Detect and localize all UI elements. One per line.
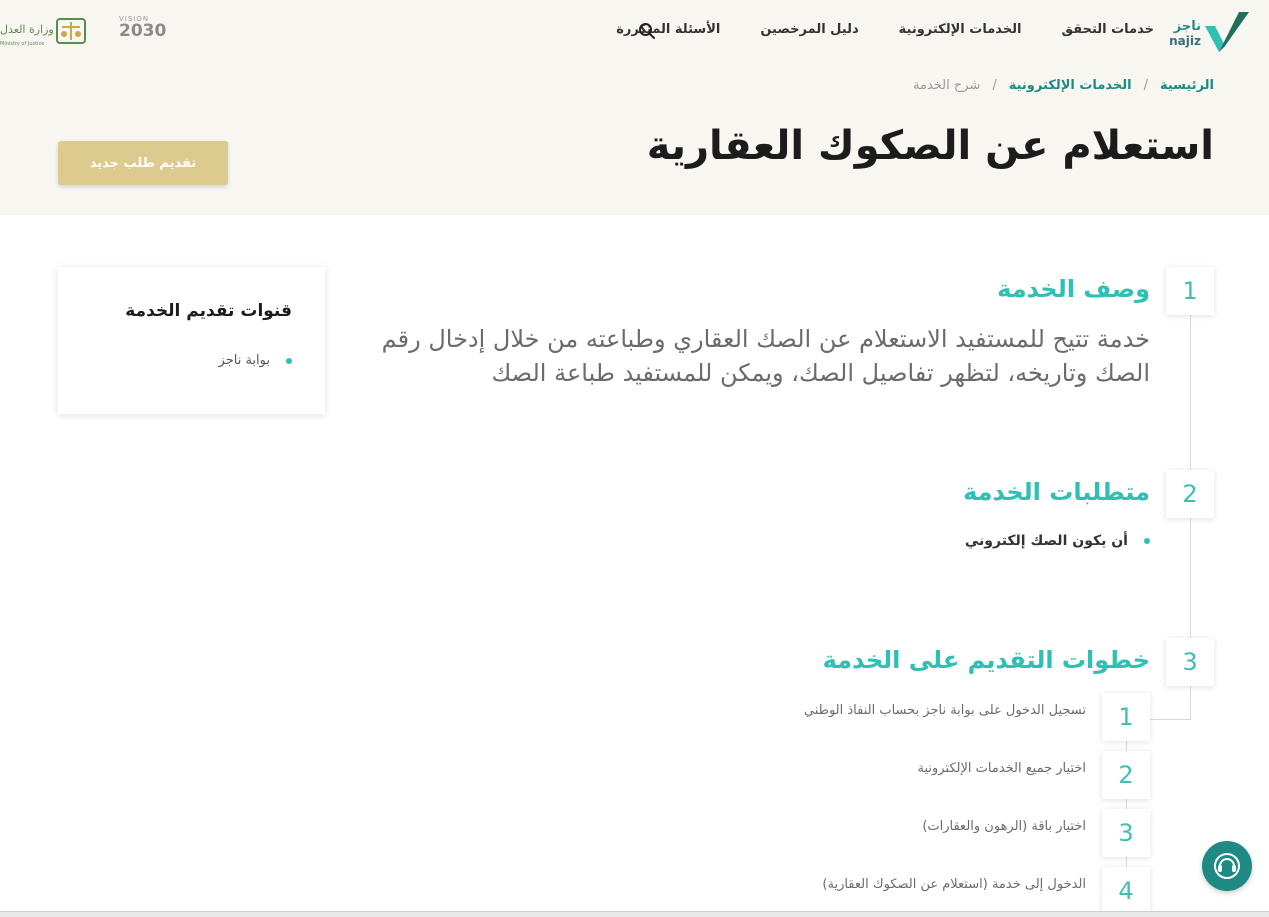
breadcrumb-separator: / xyxy=(992,78,997,93)
ministry-of-justice-logo: وزارة العدل Ministry of Justice xyxy=(0,15,90,49)
timeline-connector xyxy=(1150,719,1191,720)
top-header: ناجز najiz خدمات التحقق الخدمات الإلكترو… xyxy=(0,0,1269,68)
service-requirements-title: متطلبات الخدمة xyxy=(963,478,1150,506)
vision-year: 2030 xyxy=(119,21,167,41)
page-title: استعلام عن الصكوك العقارية xyxy=(646,123,1214,169)
section-number-badge: 2 xyxy=(1166,470,1214,518)
vision-2030-logo: VISION 2030 xyxy=(119,15,169,47)
main-nav: خدمات التحقق الخدمات الإلكترونية دليل ال… xyxy=(596,22,1174,37)
requirement-item: أن يكون الصك إلكتروني xyxy=(965,533,1150,549)
search-icon[interactable] xyxy=(638,22,656,40)
section-number-badge: 1 xyxy=(1166,267,1214,315)
os-taskbar xyxy=(0,911,1269,917)
breadcrumb-separator: / xyxy=(1143,78,1148,93)
breadcrumb-home[interactable]: الرئيسية xyxy=(1160,78,1214,93)
bullet-icon xyxy=(286,357,292,364)
nav-verification-services[interactable]: خدمات التحقق xyxy=(1042,22,1175,37)
service-description-text: خدمة تتيح للمستفيد الاستعلام عن الصك الع… xyxy=(381,325,1150,387)
headset-support-icon[interactable] xyxy=(1202,841,1252,891)
service-channels-title: قنوات تقديم الخدمة xyxy=(125,301,292,321)
brand-name: ناجز xyxy=(1173,19,1201,34)
step-number-badge: 2 xyxy=(1102,751,1150,799)
moj-english-name: Ministry of Justice xyxy=(0,41,45,47)
najiz-check-icon xyxy=(1205,12,1249,52)
breadcrumb-current: شرح الخدمة xyxy=(913,78,981,93)
service-description-title: وصف الخدمة xyxy=(997,275,1150,303)
page-hero: الرئيسية / الخدمات الإلكترونية / شرح الخ… xyxy=(0,68,1269,215)
nav-licensees-guide[interactable]: دليل المرخصين xyxy=(740,22,878,37)
application-steps-title: خطوات التقديم على الخدمة xyxy=(822,646,1150,674)
requirement-text: أن يكون الصك إلكتروني xyxy=(964,533,1128,549)
moj-arabic-name: وزارة العدل xyxy=(0,23,54,36)
moj-emblem-icon xyxy=(56,18,86,44)
new-request-button[interactable]: تقديم طلب جديد xyxy=(58,141,228,185)
step-text: اختيار باقة (الرهون والعقارات) xyxy=(922,819,1086,834)
step-number-badge: 1 xyxy=(1102,693,1150,741)
nav-faq[interactable]: الأسئلة المتكررة xyxy=(596,22,740,37)
breadcrumb: الرئيسية / الخدمات الإلكترونية / شرح الخ… xyxy=(913,78,1214,93)
step-text: اختيار جميع الخدمات الإلكترونية xyxy=(917,761,1086,776)
nav-eservices[interactable]: الخدمات الإلكترونية xyxy=(879,22,1042,37)
service-channels-card: قنوات تقديم الخدمة بوابة ناجز xyxy=(58,267,325,414)
bullet-icon xyxy=(1144,538,1150,544)
step-number-badge: 4 xyxy=(1102,867,1150,915)
channel-label: بوابة ناجز xyxy=(218,353,270,368)
channel-item-najiz-portal[interactable]: بوابة ناجز xyxy=(219,353,292,368)
step-number-badge: 3 xyxy=(1102,809,1150,857)
step-text: الدخول إلى خدمة (استعلام عن الصكوك العقا… xyxy=(822,877,1086,892)
breadcrumb-eservices[interactable]: الخدمات الإلكترونية xyxy=(1009,78,1132,93)
section-number-badge: 3 xyxy=(1166,638,1214,686)
step-text: تسجيل الدخول على بوابة ناجز بحساب النفاذ… xyxy=(803,703,1086,718)
